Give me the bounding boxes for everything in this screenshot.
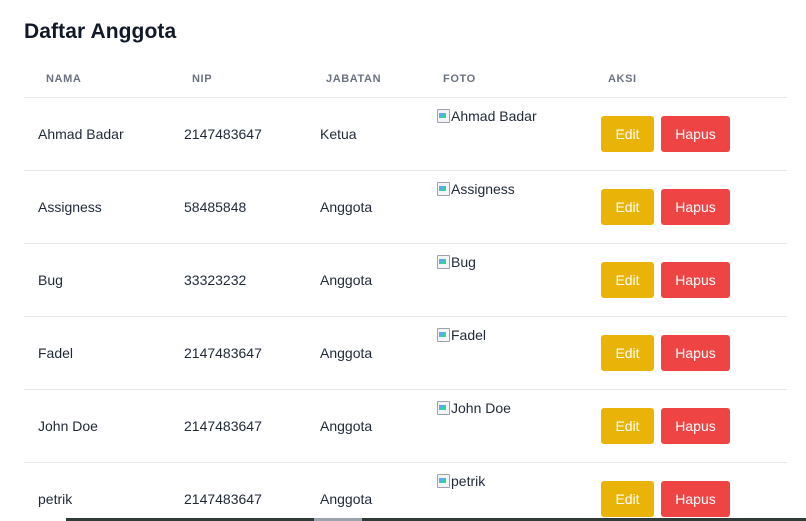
- delete-button[interactable]: Hapus: [661, 116, 730, 152]
- delete-button[interactable]: Hapus: [661, 189, 730, 225]
- member-photo: Ahmad Badar: [436, 108, 537, 124]
- broken-image-icon: [436, 181, 450, 197]
- cell-nip: 2147483647: [184, 345, 262, 361]
- edit-button[interactable]: Edit: [601, 262, 654, 298]
- edit-button[interactable]: Edit: [601, 408, 654, 444]
- delete-button[interactable]: Hapus: [661, 335, 730, 371]
- cell-jabatan: Anggota: [320, 491, 373, 507]
- cell-nip: 2147483647: [184, 126, 262, 142]
- table-row: Bug 33323232 Anggota Bug Edit Hapus: [24, 244, 787, 317]
- broken-image-icon: [436, 254, 450, 270]
- header-jabatan: JABATAN: [326, 73, 382, 85]
- header-nip: NIP: [192, 73, 213, 85]
- header-foto: FOTO: [443, 73, 476, 85]
- table-row: Fadel 2147483647 Anggota Fadel Edit Hapu…: [24, 317, 787, 390]
- row-actions: Edit Hapus: [601, 262, 730, 298]
- row-actions: Edit Hapus: [601, 408, 730, 444]
- edit-button[interactable]: Edit: [601, 481, 654, 517]
- cell-nama: Bug: [38, 272, 63, 288]
- cell-nip: 33323232: [184, 272, 247, 288]
- cell-jabatan: Anggota: [320, 199, 373, 215]
- table-row: John Doe 2147483647 Anggota John Doe Edi…: [24, 390, 787, 463]
- cell-nama: Fadel: [38, 345, 74, 361]
- cell-jabatan: Anggota: [320, 418, 373, 434]
- member-photo: John Doe: [436, 400, 511, 416]
- cell-nip: 2147483647: [184, 491, 262, 507]
- delete-button[interactable]: Hapus: [661, 262, 730, 298]
- header-aksi: AKSI: [608, 73, 637, 85]
- broken-image-icon: [436, 400, 450, 416]
- row-actions: Edit Hapus: [601, 481, 730, 517]
- member-photo: Assigness: [436, 181, 515, 197]
- delete-button[interactable]: Hapus: [661, 481, 730, 517]
- photo-alt-text: petrik: [451, 473, 486, 489]
- cell-jabatan: Anggota: [320, 345, 373, 361]
- photo-alt-text: Assigness: [451, 181, 515, 197]
- edit-button[interactable]: Edit: [601, 189, 654, 225]
- cell-nama: John Doe: [38, 418, 98, 434]
- table-header: NAMA NIP JABATAN FOTO AKSI: [24, 62, 787, 98]
- photo-alt-text: John Doe: [451, 400, 511, 416]
- member-photo: Bug: [436, 254, 476, 270]
- member-photo: Fadel: [436, 327, 486, 343]
- cell-jabatan: Ketua: [320, 126, 357, 142]
- photo-alt-text: Bug: [451, 254, 476, 270]
- delete-button[interactable]: Hapus: [661, 408, 730, 444]
- cell-nip: 58485848: [184, 199, 247, 215]
- row-actions: Edit Hapus: [601, 116, 730, 152]
- edit-button[interactable]: Edit: [601, 116, 654, 152]
- table-row: Assigness 58485848 Anggota Assigness Edi…: [24, 171, 787, 244]
- table-row: petrik 2147483647 Anggota petrik Edit Ha…: [24, 463, 787, 521]
- edit-button[interactable]: Edit: [601, 335, 654, 371]
- broken-image-icon: [436, 473, 450, 489]
- broken-image-icon: [436, 108, 450, 124]
- photo-alt-text: Ahmad Badar: [451, 108, 537, 124]
- row-actions: Edit Hapus: [601, 335, 730, 371]
- members-table: NAMA NIP JABATAN FOTO AKSI Ahmad Badar 2…: [24, 62, 787, 521]
- photo-alt-text: Fadel: [451, 327, 487, 343]
- cell-nama: Ahmad Badar: [38, 126, 124, 142]
- cell-nama: petrik: [38, 491, 73, 507]
- member-photo: petrik: [436, 473, 485, 489]
- cell-nama: Assigness: [38, 199, 102, 215]
- cell-nip: 2147483647: [184, 418, 262, 434]
- page: Daftar Anggota NAMA NIP JABATAN FOTO AKS…: [0, 0, 806, 521]
- broken-image-icon: [436, 327, 450, 343]
- page-title: Daftar Anggota: [24, 20, 177, 43]
- row-actions: Edit Hapus: [601, 189, 730, 225]
- cell-jabatan: Anggota: [320, 272, 373, 288]
- header-nama: NAMA: [46, 73, 82, 85]
- table-row: Ahmad Badar 2147483647 Ketua Ahmad Badar…: [24, 98, 787, 171]
